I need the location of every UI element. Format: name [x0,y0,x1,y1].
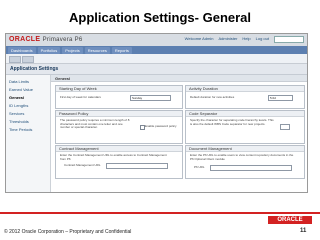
tab-dashboards[interactable]: Dashboards [8,46,36,54]
slide-title: Application Settings- General [68,10,252,25]
copyright-text: © 2012 Oracle Corporation – Proprietary … [4,229,132,235]
code-separator-input[interactable] [280,124,290,130]
footer-divider [0,212,320,214]
password-policy-checkbox-label: Enable password policy [145,124,177,128]
sidebar-item-time-periods[interactable]: Time Periods [9,127,50,132]
panel-title: Activity Duration [186,86,304,92]
document-management-panel: Document Management Enter the P6 URL to … [185,145,305,179]
welcome-link[interactable]: Welcome Admin [185,36,214,43]
logo-product: Primavera P6 [42,37,83,43]
p6-url-label: P6 URL [194,165,205,169]
sidebar-item-earned-value[interactable]: Earned Value [9,87,50,92]
code-separator-text: Specify the character for separating cod… [190,118,274,126]
tab-portfolios[interactable]: Portfolios [37,46,61,54]
app-screenshot: ORACLE Primavera P6 Welcome Admin Admini… [5,33,308,193]
search-input[interactable] [274,36,304,43]
p6-url-input[interactable] [210,165,292,171]
toolbar-button[interactable] [22,56,34,63]
password-policy-text: The password policy requires a minimum l… [60,118,130,129]
panel-title: Password Policy [56,111,182,117]
logout-link[interactable]: Log out [256,36,269,43]
document-management-text: Enter the P6 URL to enable users to view… [190,153,294,161]
panel-title: Contract Management [56,146,182,152]
help-link[interactable]: Help [242,36,250,43]
tab-reports[interactable]: Reports [111,46,132,54]
page-header: Application Settings [6,64,307,75]
activity-duration-panel: Activity Duration Default duration for n… [185,85,305,109]
app-header: ORACLE Primavera P6 Welcome Admin Admini… [6,34,307,46]
toolbar-button[interactable] [9,56,21,63]
settings-sidebar: Data Limits Earned Value General ID Leng… [6,75,51,192]
duration-label: Default duration for new activities [190,95,235,99]
duration-input[interactable]: 5.0d [268,95,293,101]
administer-link[interactable]: Administer [219,36,238,43]
contract-management-panel: Contract Management Enter the Contract M… [55,145,183,179]
logo-brand: ORACLE [9,36,41,43]
page-title: Application Settings [10,66,59,72]
main-nav: Dashboards Portfolios Projects Resources… [6,46,307,54]
first-day-label: First day of week for calendars [60,95,101,99]
sidebar-item-services[interactable]: Services [9,111,50,116]
starting-day-panel: Starting Day of Week First day of week f… [55,85,183,109]
settings-content: General Starting Day of Week First day o… [51,75,307,192]
panel-title: Document Management [186,146,304,152]
tab-resources[interactable]: Resources [84,46,110,54]
app-logo: ORACLE Primavera P6 [9,36,83,43]
sidebar-item-id-lengths[interactable]: ID Lengths [9,103,50,108]
toolbar [6,54,307,64]
oracle-logo: ORACLE [268,216,312,224]
tab-projects[interactable]: Projects [62,46,83,54]
contract-url-input[interactable] [106,163,168,169]
section-header: General [51,75,307,82]
first-day-select[interactable]: Sunday [130,95,171,101]
panel-title: Code Separator [186,111,304,117]
page-number: 11 [300,228,307,234]
sidebar-item-thresholds[interactable]: Thresholds [9,119,50,124]
contract-management-text: Enter the Contract Management URL to ena… [60,153,167,161]
top-links: Welcome Admin Administer Help Log out [185,36,304,43]
section-title: General [55,76,70,81]
contract-url-label: Contract Management URL [64,163,101,167]
sidebar-item-data-limits[interactable]: Data Limits [9,79,50,84]
code-separator-panel: Code Separator Specify the character for… [185,110,305,144]
password-policy-panel: Password Policy The password policy requ… [55,110,183,144]
panel-title: Starting Day of Week [56,86,182,92]
sidebar-item-general[interactable]: General [9,95,50,100]
